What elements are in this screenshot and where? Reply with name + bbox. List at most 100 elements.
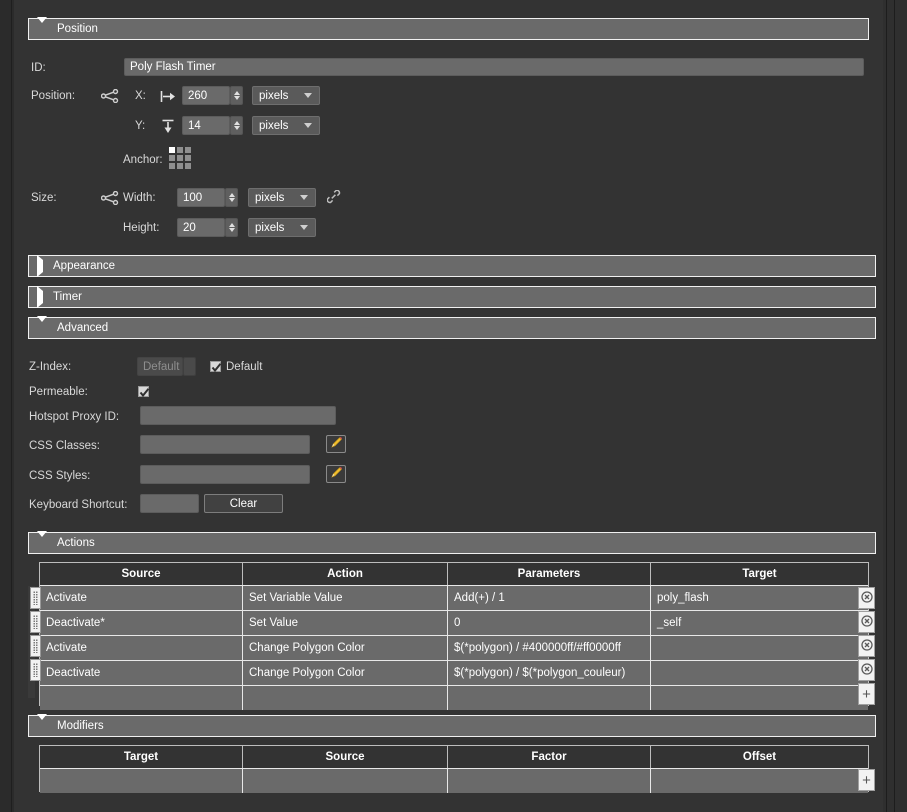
keyboard-shortcut-label: Keyboard Shortcut: bbox=[29, 499, 128, 511]
table-row[interactable]: Deactivate Change Polygon Color $(*polyg… bbox=[40, 660, 868, 685]
actions-cell-parameters[interactable]: 0 bbox=[448, 611, 651, 635]
permeable-checkbox[interactable] bbox=[138, 386, 150, 398]
section-header-appearance[interactable]: Appearance bbox=[28, 255, 876, 277]
table-row[interactable]: Activate Change Polygon Color $(*polygon… bbox=[40, 635, 868, 660]
anchor-cell-top-right[interactable] bbox=[185, 147, 191, 153]
css-classes-edit-button[interactable] bbox=[326, 435, 346, 453]
chevron-down-icon bbox=[300, 195, 308, 200]
y-unit-value: pixels bbox=[259, 119, 289, 132]
actions-cell-action[interactable]: Set Variable Value bbox=[243, 586, 448, 610]
actions-cell-source[interactable] bbox=[40, 686, 243, 710]
actions-cell-parameters[interactable]: Add(+) / 1 bbox=[448, 586, 651, 610]
css-styles-edit-button[interactable] bbox=[326, 465, 346, 483]
width-input[interactable]: 100 bbox=[177, 188, 225, 207]
permeable-label: Permeable: bbox=[29, 386, 88, 398]
table-row[interactable] bbox=[40, 768, 868, 793]
actions-cell-target[interactable] bbox=[651, 636, 868, 660]
clear-button[interactable]: Clear bbox=[204, 494, 283, 513]
y-position-stepper[interactable] bbox=[230, 116, 243, 135]
drag-handle-icon[interactable] bbox=[30, 611, 41, 633]
actions-cell-source[interactable]: Activate bbox=[40, 636, 243, 660]
modifiers-header-factor: Factor bbox=[448, 746, 651, 768]
actions-cell-source[interactable]: Activate bbox=[40, 586, 243, 610]
drag-handle-icon[interactable] bbox=[30, 635, 41, 657]
modifiers-cell-source[interactable] bbox=[243, 769, 448, 793]
actions-cell-action[interactable]: Set Value bbox=[243, 611, 448, 635]
actions-cell-parameters[interactable] bbox=[448, 686, 651, 710]
modifiers-table: Target Source Factor Offset bbox=[39, 745, 869, 793]
height-input[interactable]: 20 bbox=[177, 218, 225, 237]
section-header-position[interactable]: Position bbox=[28, 17, 869, 40]
x-position-stepper[interactable] bbox=[230, 86, 243, 105]
modifiers-cell-target[interactable] bbox=[40, 769, 243, 793]
hotspot-proxy-id-input[interactable] bbox=[140, 406, 336, 425]
anchor-cell-middle-left[interactable] bbox=[169, 155, 175, 161]
actions-cell-parameters[interactable]: $(*polygon) / #400000ff/#ff0000ff bbox=[448, 636, 651, 660]
anchor-cell-bottom-right[interactable] bbox=[185, 163, 191, 169]
height-unit-select[interactable]: pixels bbox=[248, 218, 316, 237]
chain-link-icon[interactable] bbox=[326, 188, 344, 207]
actions-header-parameters: Parameters bbox=[448, 563, 651, 585]
actions-cell-target[interactable] bbox=[651, 686, 868, 710]
css-classes-input[interactable] bbox=[140, 435, 310, 454]
anchor-cell-top-left[interactable] bbox=[169, 147, 175, 153]
circle-x-delete-icon bbox=[860, 614, 873, 630]
width-stepper[interactable] bbox=[225, 188, 238, 207]
actions-cell-action[interactable] bbox=[243, 686, 448, 710]
delete-action-row-button[interactable] bbox=[858, 587, 875, 609]
actions-cell-parameters[interactable]: $(*polygon) / $(*polygon_couleur) bbox=[448, 661, 651, 685]
anchor-cell-middle-right[interactable] bbox=[185, 155, 191, 161]
actions-cell-target[interactable]: poly_flash bbox=[651, 586, 868, 610]
z-index-default-checkbox[interactable] bbox=[210, 361, 222, 373]
drag-handle-icon[interactable] bbox=[30, 659, 41, 681]
add-modifier-row-button[interactable]: + bbox=[858, 769, 875, 791]
modifiers-cell-factor[interactable] bbox=[448, 769, 651, 793]
actions-cell-action[interactable]: Change Polygon Color bbox=[243, 636, 448, 660]
z-index-label: Z-Index: bbox=[29, 361, 72, 373]
delete-action-row-button[interactable] bbox=[858, 635, 875, 657]
section-header-advanced[interactable]: Advanced bbox=[28, 316, 876, 339]
table-row[interactable]: Activate Set Variable Value Add(+) / 1 p… bbox=[40, 585, 868, 610]
actions-cell-target[interactable] bbox=[651, 661, 868, 685]
delete-action-row-button[interactable] bbox=[858, 611, 875, 633]
css-styles-input[interactable] bbox=[140, 465, 310, 484]
y-position-input[interactable]: 14 bbox=[182, 116, 230, 135]
section-title-position: Position bbox=[57, 23, 98, 35]
section-title-advanced: Advanced bbox=[57, 322, 109, 334]
delete-action-row-button[interactable] bbox=[858, 659, 875, 681]
width-unit-value: pixels bbox=[255, 191, 285, 204]
share-node-icon[interactable] bbox=[100, 88, 120, 104]
actions-cell-source[interactable]: Deactivate* bbox=[40, 611, 243, 635]
share-node-icon[interactable] bbox=[100, 190, 120, 206]
x-position-input[interactable]: 260 bbox=[182, 86, 230, 105]
y-unit-select[interactable]: pixels bbox=[252, 116, 320, 135]
drag-handle-icon[interactable] bbox=[30, 587, 41, 609]
x-unit-select[interactable]: pixels bbox=[252, 86, 320, 105]
modifiers-cell-offset[interactable] bbox=[651, 769, 868, 793]
actions-cell-target[interactable]: _self bbox=[651, 611, 868, 635]
height-stepper[interactable] bbox=[225, 218, 238, 237]
anchor-grid[interactable] bbox=[169, 147, 191, 169]
actions-cell-source[interactable]: Deactivate bbox=[40, 661, 243, 685]
id-label: ID: bbox=[31, 62, 46, 74]
triangle-down-icon bbox=[37, 714, 47, 732]
modifiers-table-header: Target Source Factor Offset bbox=[40, 746, 868, 768]
keyboard-shortcut-input[interactable] bbox=[140, 494, 199, 513]
table-row[interactable] bbox=[40, 685, 868, 710]
width-unit-select[interactable]: pixels bbox=[248, 188, 316, 207]
y-label: Y: bbox=[135, 120, 146, 132]
section-header-actions[interactable]: Actions bbox=[28, 531, 876, 554]
table-row[interactable]: Deactivate* Set Value 0 _self bbox=[40, 610, 868, 635]
section-header-modifiers[interactable]: Modifiers bbox=[28, 714, 876, 737]
section-title-actions: Actions bbox=[57, 537, 95, 549]
properties-panel: Position ID: Poly Flash Timer Position: … bbox=[14, 0, 883, 812]
actions-cell-action[interactable]: Change Polygon Color bbox=[243, 661, 448, 685]
anchor-cell-bottom-left[interactable] bbox=[169, 163, 175, 169]
add-action-row-button[interactable]: + bbox=[858, 683, 875, 705]
id-input[interactable]: Poly Flash Timer bbox=[124, 58, 864, 76]
anchor-cell-bottom-center[interactable] bbox=[177, 163, 183, 169]
anchor-cell-middle-center[interactable] bbox=[177, 155, 183, 161]
section-header-timer[interactable]: Timer bbox=[28, 286, 876, 308]
anchor-cell-top-center[interactable] bbox=[177, 147, 183, 153]
anchor-label: Anchor: bbox=[123, 154, 163, 166]
